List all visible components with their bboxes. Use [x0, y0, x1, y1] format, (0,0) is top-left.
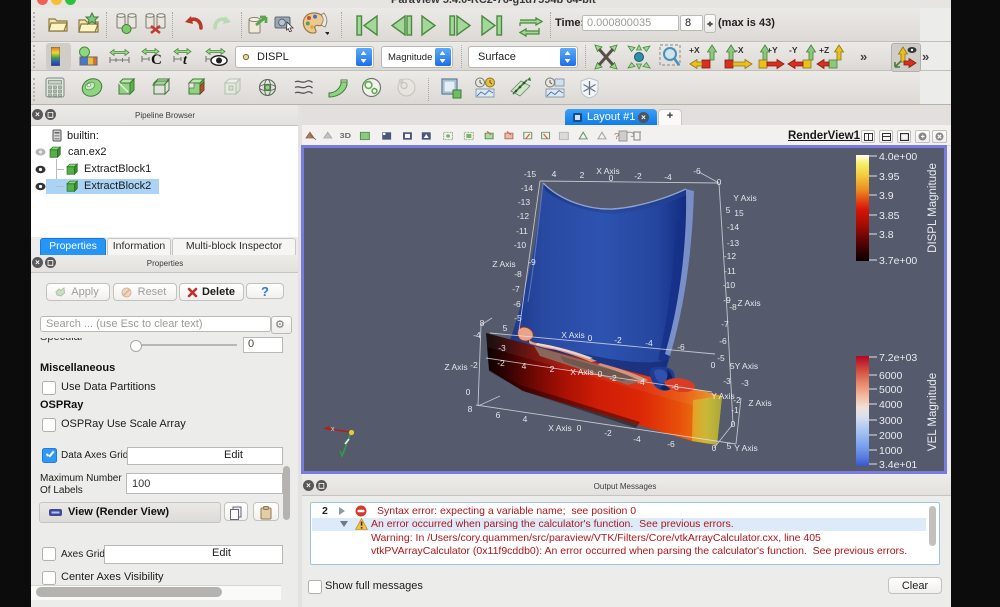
svg-text:-11: -11: [516, 226, 528, 236]
svg-text:-7: -7: [721, 319, 729, 329]
svg-text:-1: -1: [731, 405, 739, 415]
svg-text:15: 15: [734, 208, 744, 218]
svg-text:X Axis: X Axis: [561, 330, 585, 340]
svg-text:-5: -5: [514, 313, 522, 323]
svg-text:3.4e+01: 3.4e+01: [879, 459, 917, 471]
svg-text:Z Axis: Z Axis: [492, 259, 515, 269]
svg-text:5: 5: [727, 441, 732, 451]
svg-text:-8: -8: [514, 269, 522, 279]
svg-text:-2: -2: [604, 428, 612, 438]
svg-text:5: 5: [503, 323, 508, 333]
svg-text:-7: -7: [512, 284, 520, 294]
svg-text:-2: -2: [614, 335, 622, 345]
svg-text:8: 8: [468, 404, 473, 414]
svg-text:-6: -6: [513, 299, 521, 309]
svg-text:Z Axis: Z Axis: [444, 362, 467, 372]
svg-text:4: 4: [552, 169, 557, 179]
svg-text:5000: 5000: [879, 384, 903, 396]
svg-text:Y Axis: Y Axis: [711, 391, 734, 401]
svg-text:0: 0: [598, 369, 603, 379]
svg-text:-X: -X: [735, 45, 744, 55]
svg-text:DISPL Magnitude: DISPL Magnitude: [927, 163, 939, 253]
svg-text:0: 0: [712, 443, 717, 453]
svg-text:4000: 4000: [879, 399, 903, 411]
svg-text:Z Axis: Z Axis: [748, 398, 771, 408]
svg-text:-14: -14: [521, 183, 534, 193]
svg-text:Z Axis: Z Axis: [737, 298, 760, 308]
svg-text:-4: -4: [633, 434, 641, 444]
svg-text:2: 2: [550, 364, 555, 374]
svg-text:-6: -6: [693, 166, 701, 176]
svg-text:-4: -4: [645, 338, 653, 348]
svg-text:3.7e+00: 3.7e+00: [879, 255, 917, 267]
svg-text:3.9: 3.9: [879, 190, 894, 202]
svg-text:3.95: 3.95: [879, 171, 900, 183]
svg-text:-2: -2: [609, 373, 617, 383]
svg-text:-6: -6: [677, 342, 685, 352]
svg-text:-3: -3: [723, 376, 731, 386]
svg-text:-11: -11: [724, 266, 736, 276]
svg-text:0: 0: [577, 423, 582, 433]
svg-text:0: 0: [717, 177, 722, 187]
svg-text:-4: -4: [473, 330, 481, 340]
svg-text:1000: 1000: [879, 445, 903, 457]
svg-text:t: t: [183, 53, 188, 66]
svg-text:0: 0: [711, 360, 716, 370]
svg-text:0: 0: [731, 419, 736, 429]
svg-text:-13: -13: [518, 197, 531, 207]
svg-text:-10: -10: [514, 240, 527, 250]
svg-text:2000: 2000: [879, 430, 903, 442]
svg-text:-15: -15: [524, 169, 537, 179]
svg-text:8: 8: [480, 318, 485, 328]
svg-text:-6: -6: [719, 336, 727, 346]
svg-text:6: 6: [496, 410, 501, 420]
svg-text:-13: -13: [727, 238, 740, 248]
svg-text:5Y Axis: 5Y Axis: [730, 361, 758, 371]
svg-text:-Y: -Y: [789, 45, 798, 55]
svg-text:-4: -4: [664, 172, 672, 182]
svg-text:-4: -4: [637, 377, 645, 387]
svg-text:Y Axis: Y Axis: [733, 193, 756, 203]
svg-text:x: x: [331, 426, 335, 433]
svg-text:+X: +X: [689, 45, 700, 55]
svg-text:Y Axis: Y Axis: [734, 443, 757, 453]
svg-text:-9: -9: [528, 257, 536, 267]
svg-text:-10: -10: [723, 280, 736, 290]
svg-text:6000: 6000: [879, 370, 903, 382]
svg-text:VEL Magnitude: VEL Magnitude: [927, 373, 939, 451]
svg-text:7.2e+03: 7.2e+03: [879, 352, 917, 364]
svg-text:-3: -3: [498, 343, 506, 353]
svg-text:X Axis: X Axis: [548, 423, 572, 433]
svg-text:2: 2: [580, 170, 585, 180]
svg-text:3000: 3000: [879, 415, 903, 427]
svg-text:0: 0: [466, 387, 471, 397]
svg-text:+Z: +Z: [819, 45, 829, 55]
svg-text:-12: -12: [517, 211, 530, 221]
svg-text:-14: -14: [727, 222, 740, 232]
svg-text:0: 0: [609, 173, 614, 183]
svg-text:4.0e+00: 4.0e+00: [879, 151, 917, 163]
svg-text:4: 4: [522, 361, 527, 371]
svg-text:3.85: 3.85: [879, 210, 900, 222]
svg-text:4: 4: [523, 414, 528, 424]
svg-text:-2: -2: [634, 171, 642, 181]
svg-text:-6: -6: [667, 439, 675, 449]
svg-text:C: C: [151, 52, 162, 66]
svg-text:-2: -2: [497, 358, 505, 368]
svg-text:5: 5: [726, 205, 731, 215]
svg-text:-3: -3: [741, 378, 749, 388]
svg-text:-2: -2: [470, 360, 478, 370]
svg-text:-6: -6: [671, 382, 679, 392]
svg-text:-12: -12: [724, 251, 737, 261]
svg-text:-8: -8: [729, 302, 737, 312]
svg-text:-5: -5: [717, 353, 725, 363]
svg-text:X Axis: X Axis: [570, 367, 594, 377]
svg-text:0: 0: [588, 333, 593, 343]
svg-text:3.8: 3.8: [879, 229, 894, 241]
svg-text:3D: 3D: [340, 132, 351, 140]
